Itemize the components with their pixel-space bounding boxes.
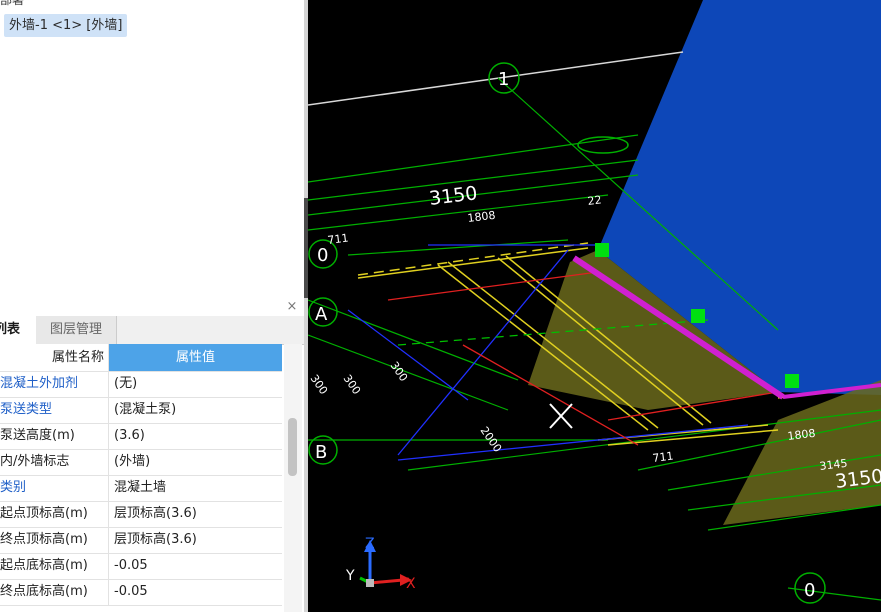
property-row[interactable]: 泵送高度(m) (3.6) (0, 423, 282, 450)
wall-face-olive-right[interactable] (723, 380, 881, 525)
property-row[interactable]: 终点底标高(m) -0.05 (0, 579, 282, 606)
property-name-text: 泵送类型 (0, 402, 53, 417)
property-value[interactable]: 混凝土墙 (108, 475, 282, 501)
axis-label-b: B (315, 442, 327, 463)
property-name: 起点底标高(m) (0, 553, 106, 579)
axis-triad: Z Y X (345, 536, 416, 592)
dimension-text-top-sub-a: 1808 (467, 209, 496, 225)
property-value[interactable]: (混凝土泵) (108, 397, 282, 423)
dimension-text-top-sub-c: 22 (587, 193, 602, 208)
axis-label-0-left: 0 (317, 245, 328, 266)
property-scrollbar[interactable] (284, 344, 302, 612)
property-name-text: 内/外墙标志 (0, 454, 70, 469)
property-value[interactable]: (外墙) (108, 449, 282, 475)
property-name-text: 起点顶标高(m) (0, 506, 88, 521)
dimension-text-left-a: 300 (341, 372, 364, 397)
tree-top-fragment: 部署 (0, 0, 25, 7)
dimension-text-top-total: 3150 (428, 182, 479, 210)
property-row[interactable]: 起点底标高(m) -0.05 (0, 553, 282, 580)
property-row[interactable]: 终点顶标高(m) 层顶标高(3.6) (0, 527, 282, 554)
triad-label-y: Y (345, 568, 355, 584)
property-row[interactable]: 混凝土外加剂 (无) (0, 371, 282, 398)
property-name-text: 类别 (0, 480, 27, 495)
property-value[interactable]: -0.05 (108, 553, 282, 579)
property-name: 内/外墙标志 (0, 449, 106, 475)
close-icon[interactable]: × (285, 300, 299, 314)
property-name-text: 终点底标高(m) (0, 584, 88, 599)
tab-layer-manager-label: 图层管理 (49, 322, 102, 337)
3d-viewport[interactable]: 1 0 A B 0 3150 1808 711 22 3150 1808 711… (308, 0, 881, 612)
property-scrollbar-thumb[interactable] (288, 418, 297, 476)
property-row[interactable]: 类别 混凝土墙 (0, 475, 282, 502)
grip-handle[interactable] (691, 309, 705, 323)
property-row[interactable]: 起点顶标高(m) 层顶标高(3.6) (0, 501, 282, 528)
gridline-top (308, 51, 684, 106)
property-name: 类别 (0, 475, 106, 501)
axis-label-a: A (315, 304, 328, 325)
property-value[interactable]: -0.05 (108, 579, 282, 605)
property-name: 起点顶标高(m) (0, 501, 106, 527)
tab-list[interactable]: 列表 (0, 316, 37, 344)
left-panel: 部署 外墙-1 <1> [外墙] × 列表 图层管理 属性名称 属性值 混凝土外… (0, 0, 304, 612)
property-name: 混凝土外加剂 (0, 371, 106, 397)
cad-canvas[interactable]: 1 0 A B 0 3150 1808 711 22 3150 1808 711… (308, 0, 881, 612)
cursor-cross-icon (549, 403, 573, 429)
property-name-text: 起点底标高(m) (0, 558, 88, 573)
property-name: 泵送高度(m) (0, 423, 106, 449)
property-row[interactable]: 泵送类型 (混凝土泵) (0, 397, 282, 424)
dimension-text-top-sub-b: 711 (327, 232, 349, 247)
axis-label-0-bottom: 0 (804, 580, 815, 601)
tab-layer-manager[interactable]: 图层管理 (36, 316, 117, 344)
tree-item-selected[interactable]: 外墙-1 <1> [外墙] (4, 14, 128, 37)
triad-label-x: X (406, 576, 416, 592)
dimension-text-right-sub-b: 711 (652, 450, 674, 465)
dimension-text-left-c: 300 (308, 372, 330, 397)
property-grid-header: 属性名称 属性值 (0, 344, 282, 372)
property-name-text: 混凝土外加剂 (0, 376, 79, 391)
tab-list-label: 列表 (0, 322, 21, 337)
property-value[interactable]: 层顶标高(3.6) (108, 501, 282, 527)
property-value[interactable]: (无) (108, 371, 282, 397)
dimension-text-left-b: 300 (388, 359, 411, 384)
header-property-value: 属性值 (108, 344, 282, 371)
grip-handle[interactable] (595, 243, 609, 257)
property-row[interactable]: 内/外墙标志 (外墙) (0, 449, 282, 476)
property-name: 终点底标高(m) (0, 579, 106, 605)
property-name: 泵送类型 (0, 397, 106, 423)
property-value[interactable]: 层顶标高(3.6) (108, 527, 282, 553)
tab-bar: 列表 图层管理 (0, 316, 304, 345)
property-name-text: 终点顶标高(m) (0, 532, 88, 547)
grip-handle[interactable] (785, 374, 799, 388)
triad-label-z: Z (365, 536, 375, 552)
property-name: 终点顶标高(m) (0, 527, 106, 553)
property-name-text: 泵送高度(m) (0, 428, 75, 443)
axis-label-1: 1 (498, 69, 509, 90)
property-value[interactable]: (3.6) (108, 423, 282, 449)
header-property-name: 属性名称 (51, 350, 104, 365)
